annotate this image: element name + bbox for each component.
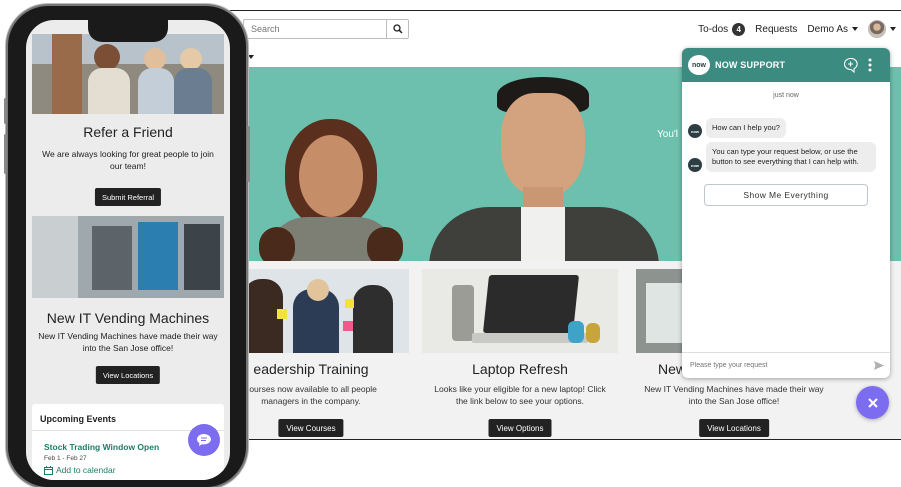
chat-input-bar	[682, 352, 890, 378]
bot-message: now You can type your request below, or …	[688, 142, 876, 172]
bot-avatar: now	[688, 124, 702, 138]
chevron-down-icon	[248, 54, 255, 59]
view-options-button[interactable]: View Options	[488, 419, 552, 437]
mobile-screen: Refer a Friend We are always looking for…	[26, 20, 230, 480]
user-menu[interactable]: Demo As	[807, 24, 858, 35]
add-to-calendar-link[interactable]: Add to calendar	[44, 465, 116, 475]
view-locations-button[interactable]: View Locations	[95, 366, 161, 384]
refer-a-friend-image	[32, 34, 224, 114]
chat-icon	[197, 434, 211, 446]
now-logo: now	[688, 55, 710, 75]
view-locations-button[interactable]: View Locations	[699, 419, 769, 437]
calendar-icon	[44, 465, 53, 475]
show-me-everything-button[interactable]: Show Me Everything	[704, 184, 868, 206]
chevron-down-icon	[890, 27, 896, 31]
search-box	[243, 19, 409, 39]
user-name: Demo As	[807, 23, 848, 35]
search-input[interactable]	[244, 20, 386, 38]
chat-request-input[interactable]	[682, 353, 862, 378]
vending-machines-image	[32, 216, 224, 298]
laptop-refresh-image	[422, 269, 618, 353]
phone-side-button	[4, 98, 7, 124]
mobile-card-title: Refer a Friend	[83, 124, 173, 140]
avatar	[868, 20, 886, 38]
message-timestamp: just now	[773, 92, 799, 99]
todos-label: To-dos	[698, 23, 729, 35]
card-description-line: New IT Vending Machines have made their …	[644, 384, 824, 394]
search-icon	[392, 24, 403, 34]
close-chat-button[interactable]	[856, 386, 889, 419]
card-title: Laptop Refresh	[472, 361, 568, 377]
message-bubble: How can I help you?	[706, 118, 786, 138]
chat-header: now NOW SUPPORT	[682, 48, 890, 82]
mobile-phone-frame: Refer a Friend We are always looking for…	[4, 6, 250, 487]
event-name-link[interactable]: Stock Trading Window Open	[44, 442, 159, 452]
avatar-menu[interactable]	[868, 20, 896, 38]
upcoming-events-heading: Upcoming Events	[40, 414, 117, 424]
card-description-line: Looks like your eligible for a new lapto…	[434, 384, 606, 394]
screenshot-stage: E E To-dos 4 Requests Demo As	[0, 0, 901, 487]
requests-link[interactable]: Requests	[755, 24, 797, 35]
chevron-down-icon	[852, 27, 858, 31]
card-description: New IT Vending Machines have made their …	[636, 383, 832, 407]
chat-bubble-plus-icon[interactable]	[842, 57, 859, 73]
hero-text: You'l	[657, 129, 679, 140]
event-date: Feb 1 - Feb 27	[44, 455, 87, 462]
bot-avatar: now	[688, 158, 702, 172]
phone-side-button	[247, 126, 250, 182]
view-courses-button[interactable]: View Courses	[278, 419, 344, 437]
mobile-chat-button[interactable]	[188, 424, 220, 456]
chat-title: NOW SUPPORT	[715, 60, 786, 70]
hero-man-image	[419, 67, 659, 261]
card-laptop-refresh: Laptop Refresh Looks like your eligible …	[422, 269, 618, 439]
send-icon[interactable]	[873, 360, 885, 371]
card-description-line: into the San Jose office!	[688, 396, 780, 406]
search-button[interactable]	[386, 20, 408, 38]
card-description-line: the link below to see your options.	[455, 396, 585, 406]
todos-link[interactable]: To-dos 4	[698, 22, 746, 36]
mobile-card-description: We are always looking for great people t…	[42, 149, 214, 171]
close-icon	[867, 397, 878, 408]
mobile-card-description: New IT Vending Machines have made their …	[38, 331, 218, 353]
virtual-agent-chat: now NOW SUPPORT just now now How can I h…	[682, 48, 890, 378]
top-navigation: To-dos 4 Requests Demo As	[688, 19, 896, 39]
todos-count-badge: 4	[732, 22, 746, 36]
card-description: Looks like your eligible for a new lapto…	[422, 383, 618, 407]
phone-notch	[88, 20, 168, 42]
hero-woman-image	[237, 67, 417, 261]
phone-side-button	[4, 134, 7, 174]
bot-message: now How can I help you?	[688, 118, 786, 138]
message-bubble: You can type your request below, or use …	[706, 142, 876, 172]
kebab-menu-icon[interactable]	[867, 57, 873, 73]
add-to-calendar-label: Add to calendar	[56, 465, 116, 475]
submit-referral-button[interactable]: Submit Referral	[94, 188, 162, 206]
mobile-card-title: New IT Vending Machines	[46, 310, 210, 326]
